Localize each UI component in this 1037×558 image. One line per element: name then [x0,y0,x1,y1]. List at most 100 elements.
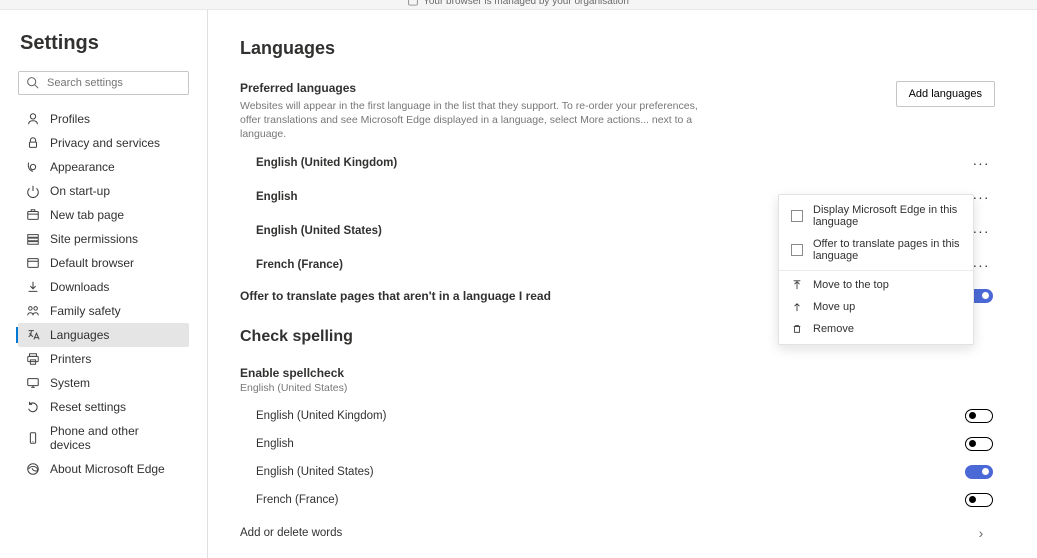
add-delete-words-row[interactable]: Add or delete words › [240,518,995,548]
spellcheck-language-name: English (United Kingdom) [256,410,386,422]
language-name: English (United States) [256,225,382,237]
spellcheck-language-list: English (United Kingdom) English English (… [240,402,995,514]
sidebar-item-label: On start-up [50,184,110,198]
download-icon [26,280,40,294]
spellcheck-language-name: French (France) [256,494,338,506]
toggle-knob [982,468,989,475]
cm-move-up[interactable]: Move up [779,296,973,318]
sidebar-item-label: New tab page [50,208,124,222]
spellcheck-row: English (United Kingdom) [240,402,995,430]
preferred-languages-header: Preferred languages Websites will appear… [240,81,995,142]
cm-remove[interactable]: Remove [779,318,973,340]
search-icon [26,76,39,89]
permissions-icon [26,232,40,246]
briefcase-icon [408,0,418,6]
move-up-icon [791,302,803,312]
toggle-knob [969,412,976,419]
sidebar-item-site-permissions[interactable]: Site permissions [18,227,189,251]
org-banner-text: Your browser is managed by your organisa… [423,0,629,7]
spellcheck-toggle[interactable] [965,437,993,451]
search-input[interactable] [18,71,189,95]
preferred-languages-title: Preferred languages [240,81,720,95]
menu-separator [779,270,973,271]
cm-display-language[interactable]: Display Microsoft Edge in this language [779,199,973,233]
language-row: English (United Kingdom) ··· [240,146,995,180]
more-actions-button[interactable]: ··· [969,153,993,173]
sidebar-item-profiles[interactable]: Profiles [18,107,189,131]
sidebar-item-label: Downloads [50,280,109,294]
sidebar-item-new-tab-page[interactable]: New tab page [18,203,189,227]
enable-spellcheck-desc: English (United States) [240,382,995,394]
sidebar-item-printers[interactable]: Printers [18,347,189,371]
sidebar-item-label: Profiles [50,112,90,126]
sidebar-item-on-start-up[interactable]: On start-up [18,179,189,203]
sidebar-item-label: Phone and other devices [50,424,181,452]
sidebar-item-label: Family safety [50,304,121,318]
sidebar-item-default-browser[interactable]: Default browser [18,251,189,275]
sidebar-item-downloads[interactable]: Downloads [18,275,189,299]
trash-icon [791,324,803,334]
phone-icon [26,431,40,445]
sidebar-item-languages[interactable]: Languages [18,323,189,347]
toggle-knob [969,440,976,447]
spellcheck-row: English (United States) [240,458,995,486]
more-icon: ··· [973,155,990,171]
settings-title: Settings [20,32,189,55]
reset-icon [26,400,40,414]
sidebar-item-family-safety[interactable]: Family safety [18,299,189,323]
language-context-menu: Display Microsoft Edge in this language … [778,194,974,345]
sidebar-item-label: Privacy and services [50,136,160,150]
checkbox-icon [791,210,803,222]
language-name: English [256,191,298,203]
settings-sidebar: Settings Profiles Privacy and services App… [0,10,208,558]
system-icon [26,376,40,390]
sidebar-item-label: Languages [50,328,109,342]
sidebar-item-label: Printers [50,352,91,366]
language-name: English (United Kingdom) [256,157,397,169]
sidebar-item-reset-settings[interactable]: Reset settings [18,395,189,419]
org-banner: Your browser is managed by your organisa… [0,0,1037,10]
spellcheck-language-name: English [256,438,294,450]
sidebar-item-label: About Microsoft Edge [50,462,165,476]
more-icon: ··· [973,223,990,239]
spellcheck-row: English [240,430,995,458]
sidebar-item-label: Reset settings [50,400,126,414]
spellcheck-toggle[interactable] [965,493,993,507]
power-icon [26,184,40,198]
more-icon: ··· [973,189,990,205]
search-wrapper [18,71,189,95]
languages-heading: Languages [240,38,995,59]
chevron-right-icon: › [969,525,993,541]
sidebar-item-label: Site permissions [50,232,138,246]
checkbox-icon [791,244,803,256]
add-delete-words-label: Add or delete words [240,527,342,539]
printer-icon [26,352,40,366]
family-icon [26,304,40,318]
cm-remove-label: Remove [813,323,854,335]
lock-icon [26,136,40,150]
enable-spellcheck-label: Enable spellcheck [240,366,995,380]
more-icon: ··· [973,257,990,273]
sidebar-item-appearance[interactable]: Appearance [18,155,189,179]
translate-option-label: Offer to translate pages that aren't in … [240,289,551,303]
tab-icon [26,208,40,222]
sidebar-item-about-microsoft-edge[interactable]: About Microsoft Edge [18,457,189,481]
cm-move-up-label: Move up [813,301,855,313]
spellcheck-toggle[interactable] [965,409,993,423]
add-languages-button[interactable]: Add languages [896,81,995,107]
move-top-icon [791,280,803,290]
sidebar-item-system[interactable]: System [18,371,189,395]
cm-offer-translate-label: Offer to translate pages in this languag… [813,238,961,262]
browser-icon [26,256,40,270]
cm-move-top[interactable]: Move to the top [779,274,973,296]
sidebar-item-label: Appearance [50,160,115,174]
toggle-knob [982,292,989,299]
sidebar-item-privacy-and-services[interactable]: Privacy and services [18,131,189,155]
spellcheck-row: French (France) [240,486,995,514]
cm-move-top-label: Move to the top [813,279,889,291]
sidebar-item-phone-and-other-devices[interactable]: Phone and other devices [18,419,189,457]
spellcheck-toggle[interactable] [965,465,993,479]
cm-display-language-label: Display Microsoft Edge in this language [813,204,961,228]
cm-offer-translate[interactable]: Offer to translate pages in this languag… [779,233,973,267]
language-name: French (France) [256,259,343,271]
